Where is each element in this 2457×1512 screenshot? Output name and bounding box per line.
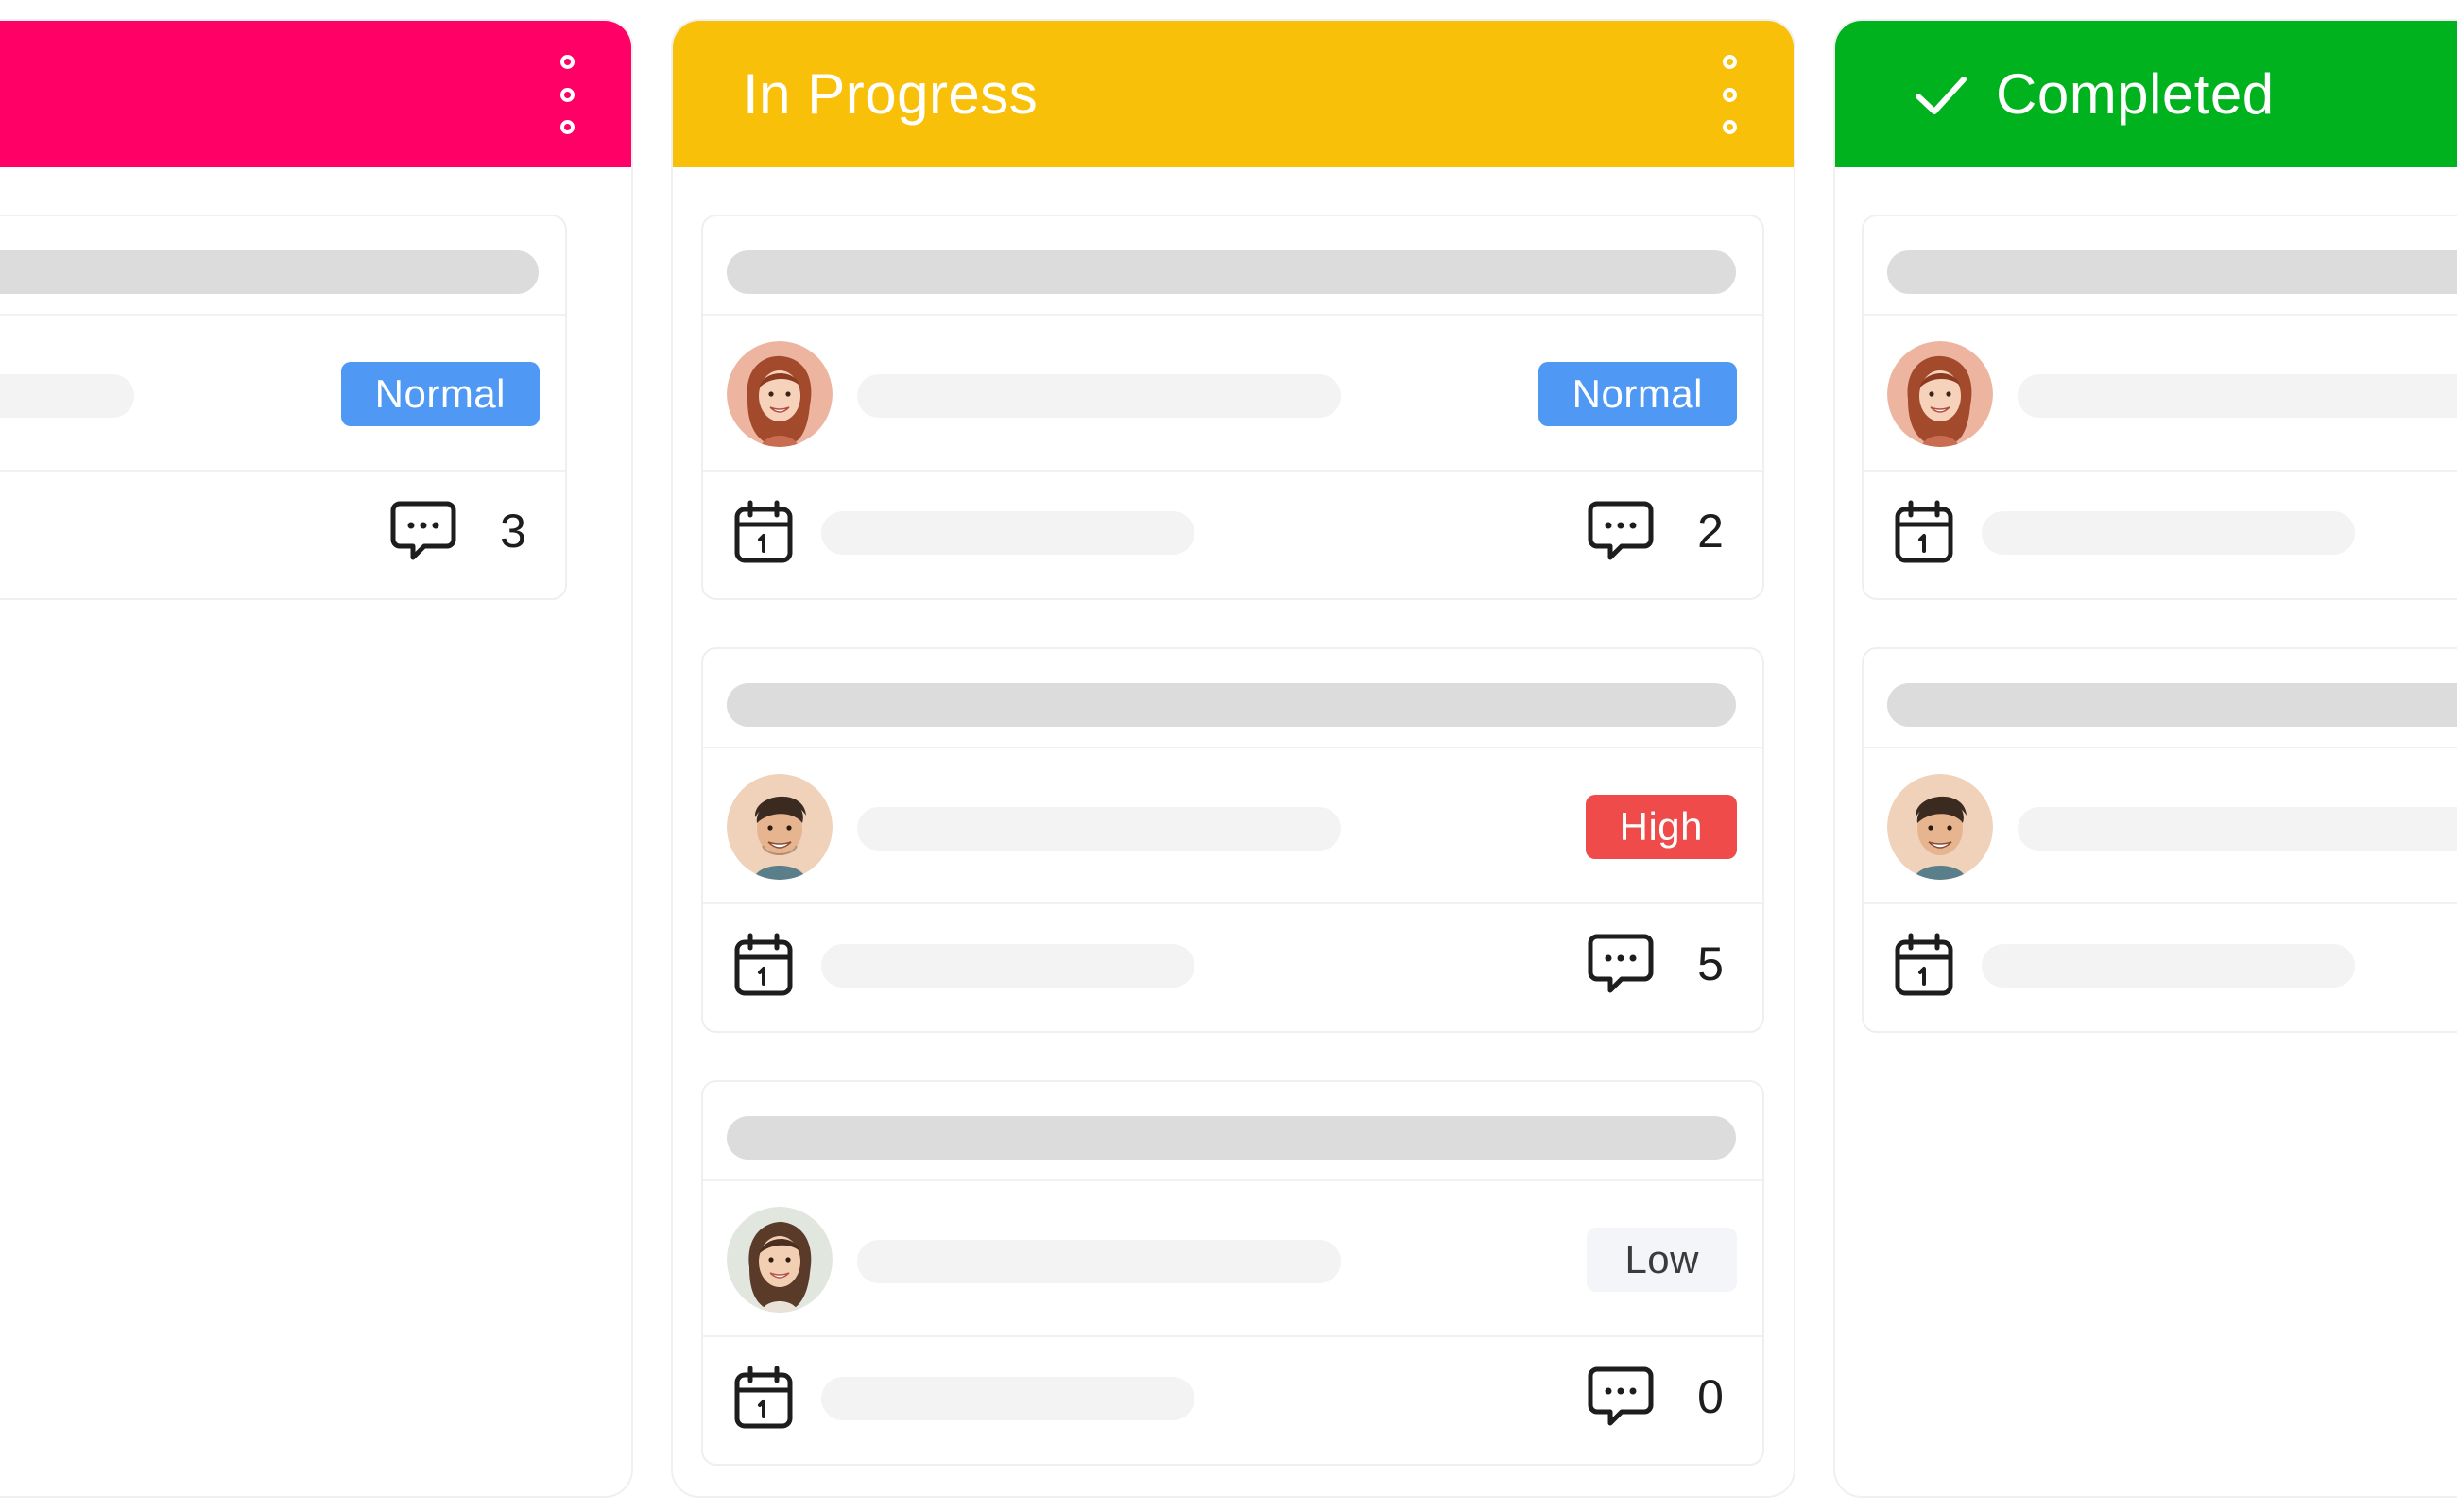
task-title-placeholder	[727, 250, 1736, 294]
assignee-placeholder	[857, 374, 1341, 418]
due-date-placeholder	[1982, 511, 2355, 555]
task-title-placeholder	[0, 250, 539, 294]
comment-count: 0	[1697, 1370, 1724, 1423]
calendar-icon[interactable]	[733, 933, 794, 997]
comment-icon[interactable]	[1588, 1366, 1654, 1428]
task-card[interactable]: Normal 3	[0, 215, 567, 600]
column-title: In Progress	[743, 62, 1039, 126]
assignee-placeholder	[857, 1240, 1341, 1283]
more-options-icon[interactable]	[558, 55, 576, 134]
task-title-placeholder	[727, 683, 1736, 727]
due-date-placeholder	[821, 944, 1194, 988]
column-header: In Progress	[673, 21, 1794, 167]
priority-badge[interactable]: High	[1585, 795, 1737, 859]
man-avatar	[1887, 774, 1993, 880]
assignee-placeholder	[2018, 374, 2457, 418]
comment-icon[interactable]	[1588, 500, 1654, 562]
board-column-in-progress: In Progress Normal 2 High 5 Low 0	[671, 19, 1796, 1498]
comment-icon[interactable]	[1588, 933, 1654, 995]
board-column-0: Normal 3	[0, 19, 633, 1498]
due-date-placeholder	[821, 511, 1194, 555]
comment-count: 3	[500, 505, 526, 558]
due-date-placeholder	[1982, 944, 2355, 988]
column-header: Completed	[1835, 21, 2457, 167]
board-column-completed: Completed	[1833, 19, 2457, 1498]
calendar-icon[interactable]	[733, 1366, 794, 1430]
task-card[interactable]	[1862, 215, 2457, 600]
woman-avatar-red-hair	[727, 341, 833, 447]
task-title-placeholder	[727, 1116, 1736, 1160]
calendar-icon[interactable]	[733, 500, 794, 564]
task-title-placeholder	[1887, 250, 2457, 294]
more-options-icon[interactable]	[1720, 55, 1739, 134]
comment-count: 5	[1697, 937, 1724, 990]
column-header	[0, 21, 631, 167]
comment-count: 2	[1697, 505, 1724, 558]
check-icon	[1916, 76, 1967, 114]
task-card[interactable]	[1862, 647, 2457, 1033]
assignee-placeholder	[2018, 807, 2457, 850]
task-card[interactable]: Normal 2	[701, 215, 1764, 600]
priority-badge[interactable]: Low	[1587, 1228, 1737, 1292]
due-date-placeholder	[821, 1377, 1194, 1420]
assignee-placeholder	[857, 807, 1341, 850]
calendar-icon[interactable]	[1894, 500, 1954, 564]
woman-avatar-dark-hair	[727, 1207, 833, 1313]
task-title-placeholder	[1887, 683, 2457, 727]
woman-avatar-red-hair	[1887, 341, 1993, 447]
comment-icon[interactable]	[390, 500, 456, 562]
assignee-placeholder	[0, 374, 134, 418]
task-card[interactable]: Low 0	[701, 1080, 1764, 1466]
priority-badge[interactable]: Normal	[340, 362, 540, 426]
man-avatar	[727, 774, 833, 880]
column-title: Completed	[1996, 62, 2275, 126]
priority-badge[interactable]: Normal	[1538, 362, 1737, 426]
calendar-icon[interactable]	[1894, 933, 1954, 997]
task-card[interactable]: High 5	[701, 647, 1764, 1033]
